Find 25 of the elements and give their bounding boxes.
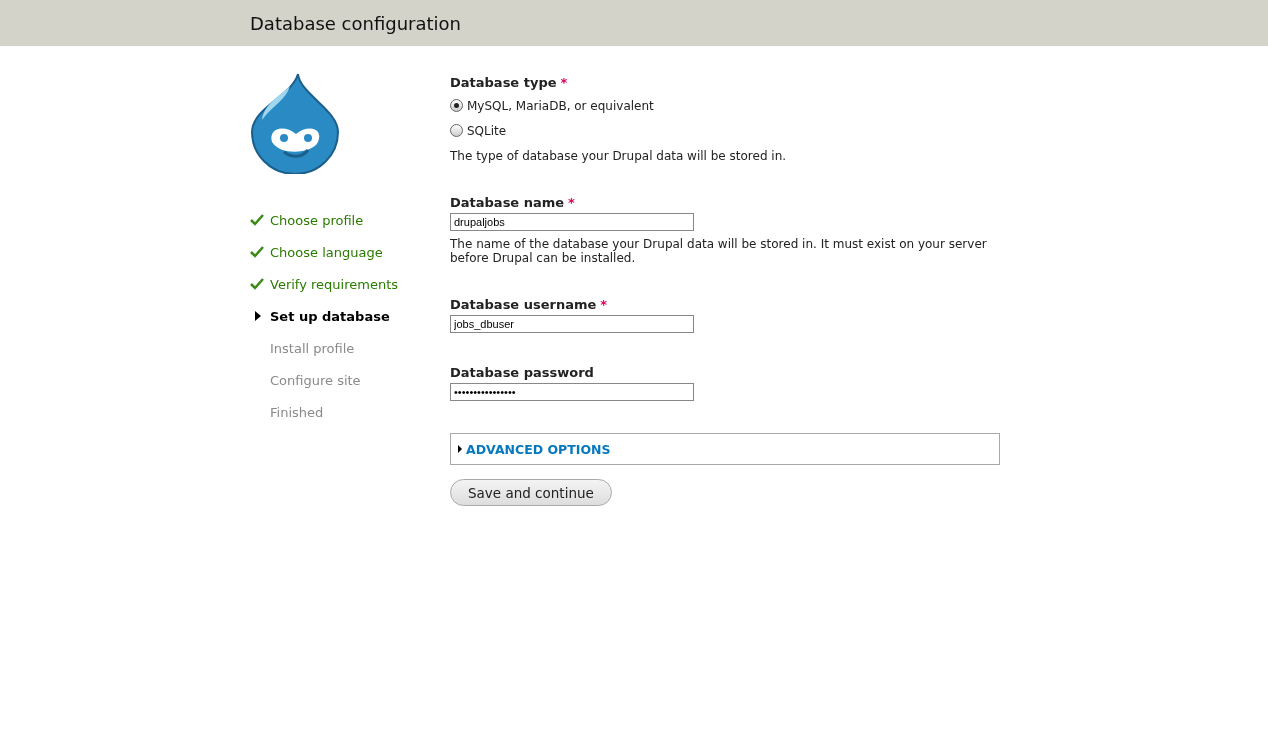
step-label: Set up database (270, 308, 390, 324)
input-field[interactable]: •••••••••••••••• (450, 383, 694, 401)
field-description: The name of the database your Drupal data will be stored in. It must exist on your server before Drupal can be installed. (450, 237, 988, 265)
page-title: Database configuration (250, 12, 462, 34)
input-field[interactable]: jobs_dbuser (450, 315, 694, 333)
field-description: The type of database your Drupal data will be stored in. (450, 149, 788, 163)
save-button[interactable]: Save and continue (450, 479, 612, 506)
step-label: Finished (270, 404, 324, 420)
field-label: Database password (450, 365, 595, 380)
step-label: Choose language (270, 244, 383, 260)
radio-label[interactable]: MySQL, MariaDB, or equivalent (467, 98, 654, 113)
step-label: Choose profile (270, 212, 364, 228)
drop-logo-icon (250, 72, 340, 174)
radio-button[interactable] (450, 99, 463, 112)
radio-button[interactable] (450, 124, 463, 137)
advanced-options-link[interactable]: ADVANCED OPTIONS (466, 441, 611, 457)
step-label: Verify requirements (270, 276, 398, 292)
radio-label[interactable]: SQLite (467, 123, 507, 138)
field-label: Database username * (450, 297, 609, 312)
step-label: Install profile (270, 340, 355, 356)
field-label: Database name * (450, 195, 576, 210)
triangle-icon (458, 445, 462, 453)
step-label: Configure site (270, 372, 361, 388)
input-field[interactable]: drupaljobs (450, 213, 694, 231)
field-label: Database type * (450, 75, 569, 90)
